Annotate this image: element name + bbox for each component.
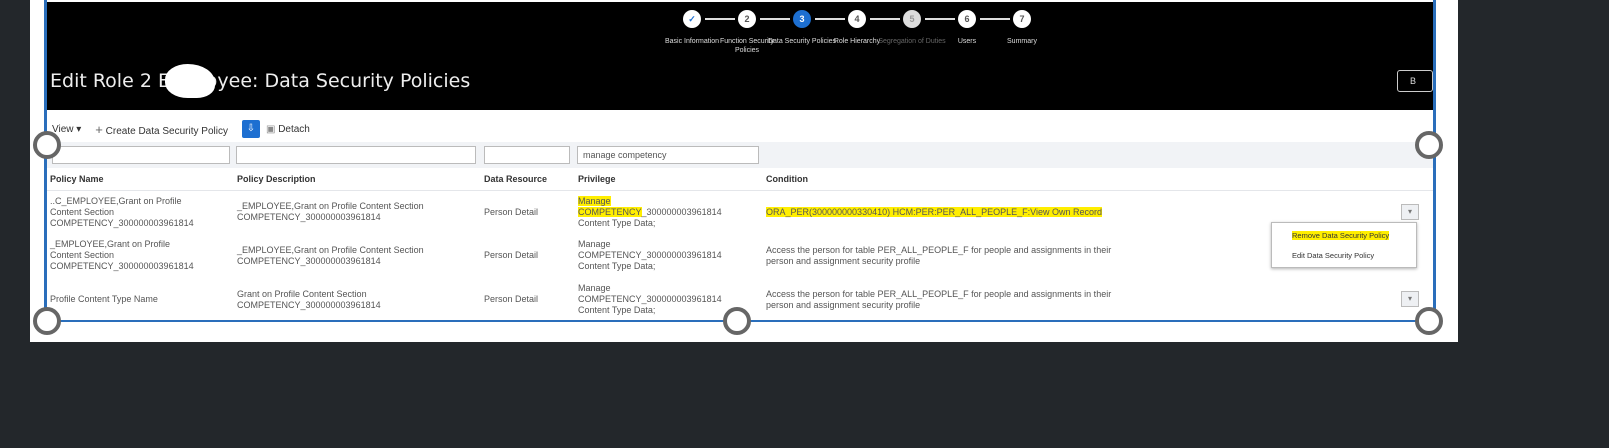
resize-handle[interactable] [33, 131, 61, 159]
resize-handle[interactable] [1415, 131, 1443, 159]
resize-handle[interactable] [1415, 307, 1443, 335]
resize-handle[interactable] [723, 307, 751, 335]
selection-box [44, 0, 1436, 322]
resize-handle[interactable] [33, 307, 61, 335]
